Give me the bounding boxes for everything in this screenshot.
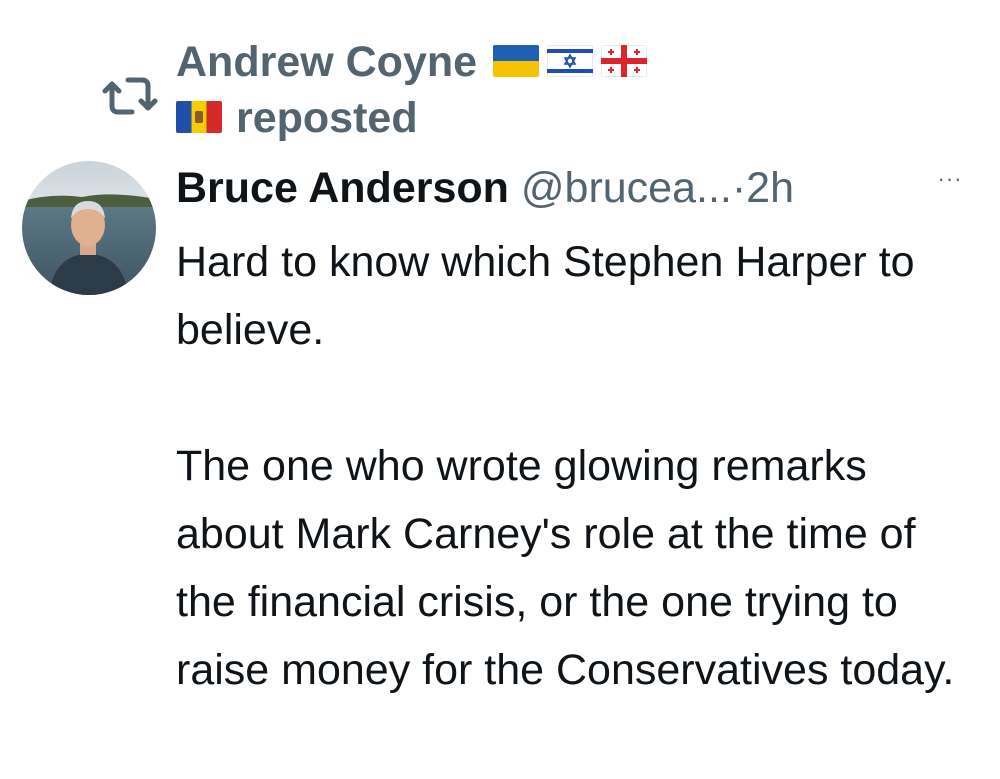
separator-dot: · <box>731 164 747 212</box>
author-name[interactable]: Bruce Anderson <box>176 164 509 212</box>
avatar[interactable] <box>22 161 156 295</box>
tweet-header: Bruce Anderson @brucea...·2h <box>176 160 976 220</box>
tweet-body: Hard to know which Stephen Harper to bel… <box>176 228 976 704</box>
ukraine-flag <box>493 44 540 77</box>
more-options-icon[interactable]: ··· <box>930 168 970 198</box>
repost-icon <box>102 72 158 120</box>
reposted-label: reposted <box>236 94 418 142</box>
reposter-name[interactable]: Andrew Coyne <box>176 38 477 86</box>
repost-label: Andrew Coyne reposted <box>176 34 876 146</box>
tweet-paragraph-2: The one who wrote glowing remarks about … <box>176 442 955 694</box>
israel-flag <box>547 44 594 77</box>
repost-context: Andrew Coyne reposted <box>0 28 1000 148</box>
georgia-flag <box>601 44 648 77</box>
post-time[interactable]: 2h <box>746 164 794 212</box>
author-handle[interactable]: @brucea... <box>521 164 732 212</box>
tweet-paragraph-1: Hard to know which Stephen Harper to bel… <box>176 238 915 354</box>
moldova-flag <box>176 100 222 133</box>
